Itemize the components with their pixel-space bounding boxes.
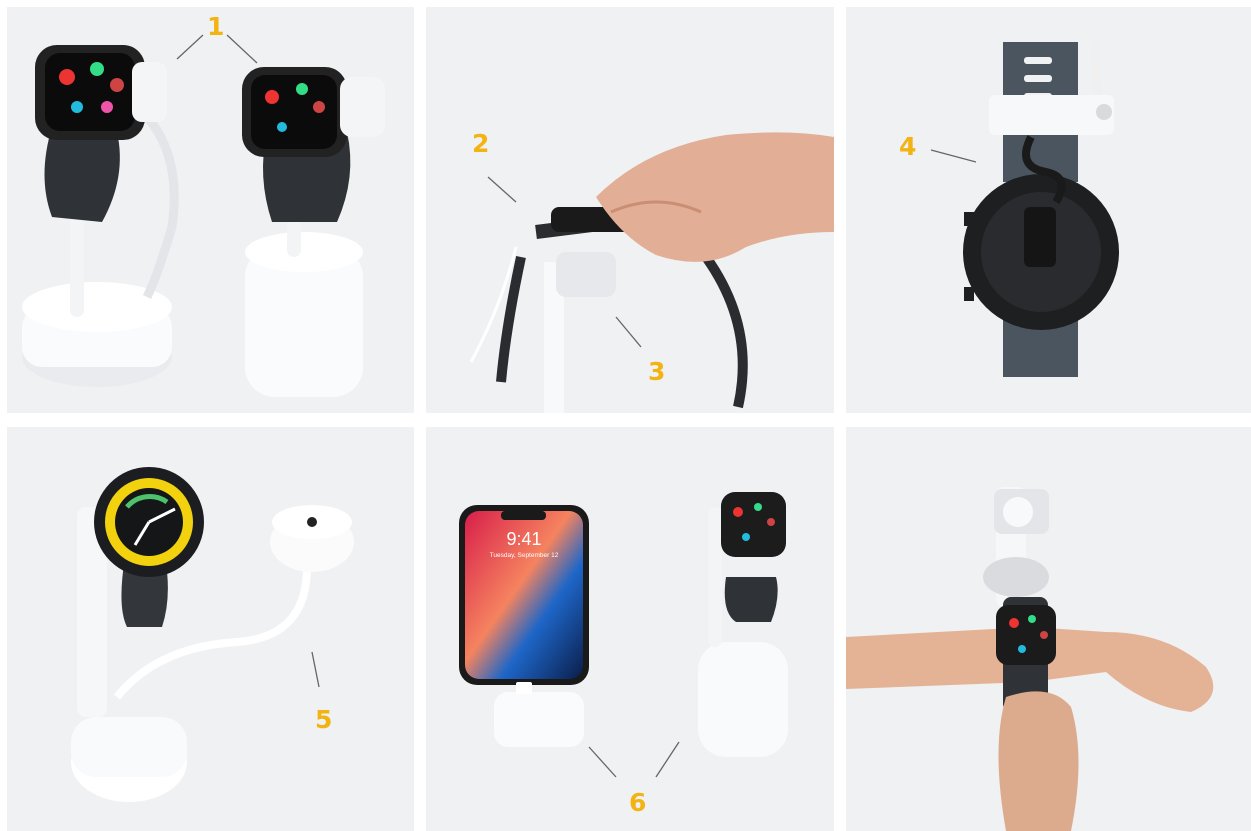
callout-1: 1 [207, 12, 225, 41]
callout-3: 3 [648, 357, 666, 386]
watch-stands-photo [22, 34, 385, 397]
callout-6: 6 [629, 788, 647, 817]
phone-screen-date: Tuesday, September 12 [490, 552, 559, 559]
watch-back-photo [930, 41, 1119, 377]
round-watch-photo [71, 467, 354, 802]
phone-screen-time: 9:41 [506, 529, 541, 549]
try-on-photo [846, 487, 1214, 831]
hand-lifting-photo [469, 132, 834, 413]
photo-panel-5: 9:41 Tuesday, September 12 6 [426, 427, 834, 831]
photo-panel-6 [846, 427, 1251, 831]
photo-panel-2: 2 3 [426, 7, 834, 413]
phone-watch-photo: 9:41 Tuesday, September 12 [459, 492, 788, 778]
photo-panel-4: 5 [7, 427, 414, 831]
callout-2: 2 [472, 129, 490, 158]
callout-4: 4 [899, 132, 917, 161]
callout-5: 5 [315, 705, 333, 734]
photo-panel-3: 4 [846, 7, 1251, 413]
photo-panel-1: 1 [7, 7, 414, 413]
